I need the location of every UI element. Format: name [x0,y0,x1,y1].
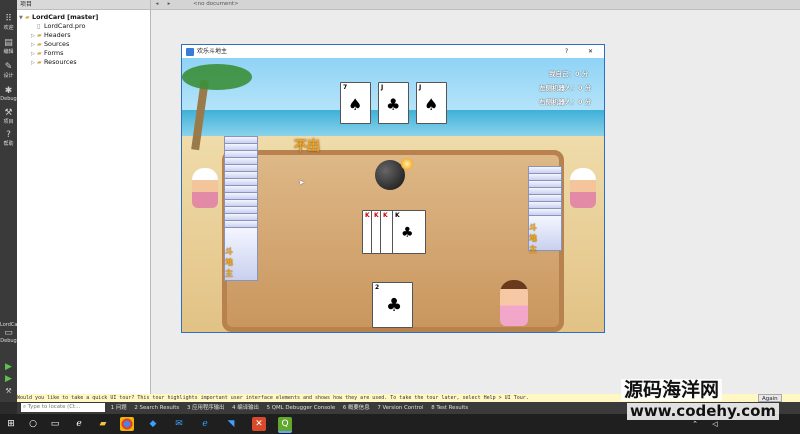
document-icon: ▤ [4,38,13,48]
landlord-card: J ♣ [378,82,409,124]
debug-run-icon: ▶ [5,374,12,384]
pane-tab-general-messages[interactable]: 6 概要信息 [343,405,370,411]
pass-indicator: 不出 [294,139,321,154]
debug-run-button[interactable]: ▶ [0,374,17,384]
club-icon: ♣ [386,295,403,316]
game-window: 欢乐斗地主 ? ✕ 7 ♠ J ♣ J ♠ 我自己：0 分 左侧机器人：0 分 右侧机… [181,44,605,333]
store-icon[interactable]: ◆ [146,417,160,431]
folder-icon: ▰ [37,41,42,48]
git-icon[interactable]: ✕ [252,417,266,431]
tree-item-pro-file[interactable]: ▯ LordCard.pro [31,22,85,31]
windows-start-icon[interactable]: ⊞ [4,417,18,431]
club-icon: ♣ [386,95,401,114]
task-view-icon[interactable]: ▭ [48,417,62,431]
vscode-icon[interactable]: ◥ [224,417,238,431]
palm-tree [182,58,252,151]
folder-icon: ▰ [37,59,42,66]
editor-toolbar: ◂ ▸ <no document> [151,0,800,10]
mode-design[interactable]: ✎ 设计 [0,62,17,79]
left-hand-logo: 斗地主 [225,247,233,278]
tree-item-resources[interactable]: ▷ ▰ Resources [31,58,77,67]
pane-tab-application-output[interactable]: 3 应用程序输出 [187,405,225,411]
score-right-robot: 右侧机器人：0 分 [539,98,592,106]
game-titlebar: 欢乐斗地主 ? ✕ [182,45,604,58]
pane-tab-qml-console[interactable]: 5 QML Debugger Console [267,405,336,411]
pen-icon: ✎ [4,62,13,72]
pane-tab-compile-output[interactable]: 4 编译输出 [232,405,259,411]
watermark-url: www.codehy.com [627,403,780,420]
close-button[interactable]: ✕ [588,45,593,58]
folder-icon: ▰ [37,50,42,57]
grid-icon: ⠿ [5,14,12,24]
folder-icon: ▰ [25,14,30,21]
tree-item-headers[interactable]: ▷ ▰ Headers [31,31,71,40]
mode-projects[interactable]: ⚒ 项目 [0,108,17,125]
wrench-icon: ⚒ [4,108,13,118]
club-icon: ♣ [401,225,414,241]
game-title: 欢乐斗地主 [197,48,228,55]
tree-item-project[interactable]: ▼ ▰ LordCard [master] [19,13,98,22]
mode-bar: ⠿ 欢迎 ▤ 编辑 ✎ 设计 ✱ Debug ⚒ 项目 ? 帮助 LordCard ▭ Debu… [0,0,23,402]
mail-icon[interactable]: ✉ [172,417,186,431]
nav-back-icon[interactable]: ◂ [151,0,163,9]
help-icon: ? [6,130,11,140]
mode-edit[interactable]: ▤ 编辑 [0,38,17,55]
ui-tour-again-button[interactable]: Again [758,394,782,402]
played-card: K ♣ [392,210,426,254]
run-icon: ▶ [5,362,12,372]
file-icon: ▯ [37,23,41,30]
right-robot-avatar [570,168,596,208]
pane-tab-search-results[interactable]: 2 Search Results [134,405,179,411]
document-selector[interactable]: <no document> [193,1,239,7]
spade-icon: ♠ [424,95,439,114]
score-left-robot: 左侧机器人：0 分 [539,84,592,92]
cursor-icon: ➤ [298,178,305,187]
tree-item-forms[interactable]: ▷ ▰ Forms [31,49,63,58]
nav-forward-icon[interactable]: ▸ [163,0,175,9]
locator-input[interactable]: ⌕ Type to locate (Ct... [21,403,105,412]
spade-icon: ♠ [348,95,363,114]
game-board: 7 ♠ J ♣ J ♠ 我自己：0 分 左侧机器人：0 分 右侧机器人：0 分 不出 … [182,58,604,332]
pane-tab-issues[interactable]: 1 问题 [111,405,127,411]
watermark-title: 源码海洋网 [621,379,723,401]
pane-tab-test-results[interactable]: 8 Test Results [431,405,468,411]
mode-help[interactable]: ? 帮助 [0,130,17,147]
help-button[interactable]: ? [565,45,568,58]
edge-legacy-icon[interactable]: ℯ [72,417,86,431]
bug-icon: ✱ [4,86,13,96]
hammer-icon: ⚒ [5,387,12,395]
edge-icon[interactable]: ℯ [198,417,212,431]
qt-creator-icon[interactable]: Q [278,417,292,433]
file-explorer-icon[interactable]: ▰ [96,417,110,431]
run-button[interactable]: ▶ [0,362,17,372]
landlord-card: 7 ♠ [340,82,371,124]
tree-item-sources[interactable]: ▷ ▰ Sources [31,40,69,49]
mode-welcome[interactable]: ⠿ 欢迎 [0,14,17,31]
player-avatar [500,280,528,326]
build-button[interactable]: ⚒ [0,386,17,396]
monitor-icon: ▭ [4,328,13,338]
left-robot-avatar [192,168,218,208]
player-hand-card[interactable]: 2 ♣ [372,282,413,328]
chrome-icon[interactable] [120,417,134,431]
landlord-card: J ♠ [416,82,447,124]
project-panel: 项目 ▼ ▰ LordCard [master] ▯ LordCard.pro ▷ ▰ H… [17,0,151,394]
folder-icon: ▰ [37,32,42,39]
pane-tab-version-control[interactable]: 7 Version Control [377,405,423,411]
mode-debug[interactable]: ✱ Debug [0,86,17,102]
score-self: 我自己：0 分 [549,70,589,78]
project-panel-header: 项目 [17,0,150,10]
spark-icon [401,158,413,170]
right-hand-logo: 斗地主 [529,223,537,254]
kit-selector[interactable]: LordCard ▭ Debug [0,322,23,344]
search-icon[interactable]: ○ [26,417,40,431]
ui-tour-message: Would you like to take a quick UI tour? … [17,395,529,401]
app-icon [186,47,194,56]
